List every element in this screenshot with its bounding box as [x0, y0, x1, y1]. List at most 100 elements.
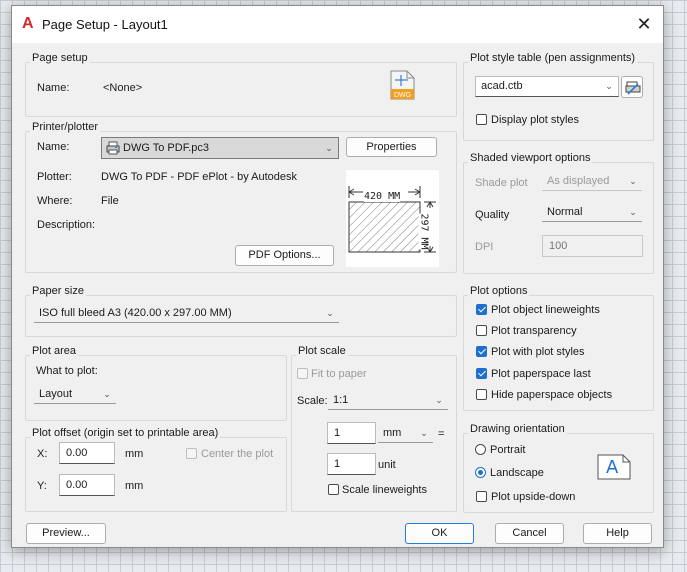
plot-option-checkbox-2[interactable]: [476, 325, 487, 336]
plot-option-checkbox-3[interactable]: [476, 346, 487, 357]
plot-options-group-label: Plot options: [468, 285, 530, 297]
cancel-button[interactable]: Cancel: [495, 523, 564, 544]
fit-to-paper-label: Fit to paper: [311, 368, 367, 380]
offset-x-input[interactable]: 0.00: [59, 442, 115, 464]
portrait-radio[interactable]: [475, 444, 486, 455]
offset-y-label: Y:: [37, 480, 47, 492]
paper-size-dropdown[interactable]: ISO full bleed A3 (420.00 x 297.00 MM) ⌄: [34, 305, 339, 323]
dwg-file-icon: DWG: [390, 70, 415, 100]
landscape-orientation-icon: A: [597, 454, 631, 480]
plot-area-group-label: Plot area: [30, 345, 79, 357]
page-setup-dialog: A Page Setup - Layout1 ✕ Page setup Name…: [11, 5, 664, 548]
plotter-label: Plotter:: [37, 171, 72, 183]
center-plot-label: Center the plot: [201, 448, 274, 460]
title-bar: A Page Setup - Layout1 ✕: [12, 6, 663, 43]
description-label: Description:: [37, 219, 96, 231]
printer-icon: [106, 141, 120, 155]
scale-lineweights-label: Scale lineweights: [342, 484, 427, 496]
svg-text:DWG: DWG: [394, 92, 411, 99]
paper-width-label: 420 MM: [364, 191, 401, 202]
quality-label: Quality: [475, 209, 510, 221]
autocad-logo-icon: A: [22, 15, 34, 32]
what-to-plot-value: Layout: [39, 388, 73, 400]
plot-option-label-4: Plot paperspace last: [491, 368, 591, 380]
plotter-value: DWG To PDF - PDF ePlot - by Autodesk: [101, 171, 298, 183]
scale-equals: =: [438, 428, 445, 440]
printer-name-value: DWG To PDF.pc3: [123, 142, 209, 154]
plot-style-value: acad.ctb: [481, 80, 523, 92]
plot-option-label-3: Plot with plot styles: [491, 346, 585, 358]
offset-y-input[interactable]: 0.00: [59, 474, 115, 496]
chevron-down-icon: ⌄: [629, 176, 637, 186]
page-setup-name-label: Name:: [37, 82, 70, 94]
quality-dropdown[interactable]: Normal ⌄: [542, 204, 642, 222]
preview-button[interactable]: Preview...: [26, 523, 106, 544]
chevron-down-icon: ⌄: [326, 308, 334, 318]
fit-to-paper-checkbox[interactable]: [297, 368, 308, 379]
quality-value: Normal: [547, 206, 583, 218]
plot-scale-group-label: Plot scale: [296, 345, 348, 357]
help-button[interactable]: Help: [583, 523, 652, 544]
plot-option-checkbox-4[interactable]: [476, 368, 487, 379]
scale-lineweights-checkbox[interactable]: [328, 484, 339, 495]
landscape-radio[interactable]: [475, 467, 486, 478]
scale-unit-dropdown[interactable]: mm ⌄: [378, 425, 433, 443]
properties-button[interactable]: Properties: [346, 137, 437, 157]
chevron-down-icon: ⌄: [103, 389, 111, 399]
shade-plot-value: As displayed: [547, 175, 610, 187]
where-label: Where:: [37, 195, 73, 207]
portrait-label: Portrait: [490, 444, 526, 456]
page-setup-group-label: Page setup: [30, 52, 90, 64]
chevron-down-icon: ⌄: [325, 143, 333, 153]
offset-y-unit: mm: [125, 480, 144, 492]
upside-down-checkbox[interactable]: [476, 491, 487, 502]
printer-name-dropdown[interactable]: DWG To PDF.pc3 ⌄: [101, 137, 339, 159]
scale-value: 1:1: [333, 394, 349, 406]
where-value: File: [101, 195, 119, 207]
plot-option-checkbox-5[interactable]: [476, 389, 487, 400]
pdf-options-button[interactable]: PDF Options...: [235, 245, 334, 266]
plot-style-group: [463, 62, 654, 141]
plot-style-editor-icon: [625, 80, 641, 96]
plot-offset-group-label: Plot offset (origin set to printable are…: [30, 427, 221, 439]
chevron-down-icon: ⌄: [629, 207, 637, 217]
plot-option-checkbox-1[interactable]: [476, 304, 487, 315]
plot-style-dropdown[interactable]: acad.ctb ⌄: [475, 76, 619, 97]
plot-option-label-5: Hide paperspace objects: [491, 389, 613, 401]
offset-x-unit: mm: [125, 448, 144, 460]
display-plot-styles-checkbox[interactable]: [476, 114, 487, 125]
printer-plotter-group-label: Printer/plotter: [30, 121, 101, 133]
page-setup-name-value: <None>: [103, 82, 143, 94]
dpi-label: DPI: [475, 241, 494, 253]
drawing-orientation-group-label: Drawing orientation: [468, 423, 567, 435]
ok-button[interactable]: OK: [405, 523, 474, 544]
chevron-down-icon: ⌄: [605, 81, 613, 91]
shaded-viewport-group-label: Shaded viewport options: [468, 152, 593, 164]
shade-plot-dropdown[interactable]: As displayed ⌄: [542, 173, 642, 191]
close-icon[interactable]: ✕: [631, 11, 657, 37]
chevron-down-icon: ⌄: [420, 428, 428, 438]
chevron-down-icon: ⌄: [435, 395, 443, 405]
plot-option-label-2: Plot transparency: [491, 325, 577, 337]
center-plot-checkbox[interactable]: [186, 448, 197, 459]
scale-dropdown[interactable]: 1:1 ⌄: [328, 392, 448, 410]
scale-mm-input[interactable]: 1: [327, 422, 376, 444]
window-title: Page Setup - Layout1: [42, 17, 168, 32]
what-to-plot-dropdown[interactable]: Layout ⌄: [34, 386, 116, 404]
paper-preview: 420 MM 297 MM: [346, 170, 439, 267]
dpi-input[interactable]: 100: [542, 235, 643, 257]
orientation-letter: A: [606, 457, 619, 478]
landscape-label: Landscape: [490, 467, 544, 479]
plot-option-label-1: Plot object lineweights: [491, 304, 600, 316]
scale-unit-value: mm: [383, 427, 402, 439]
scale-unit-input[interactable]: 1: [327, 453, 376, 475]
edit-plot-style-button[interactable]: [621, 76, 643, 98]
shade-plot-label: Shade plot: [475, 177, 528, 189]
paper-size-value: ISO full bleed A3 (420.00 x 297.00 MM): [39, 307, 232, 319]
offset-x-label: X:: [37, 448, 48, 460]
scale-label: Scale:: [297, 395, 328, 407]
paper-height-label: 297 MM: [418, 213, 430, 250]
plot-style-group-label: Plot style table (pen assignments): [468, 52, 638, 64]
paper-size-group-label: Paper size: [30, 285, 86, 297]
scale-unit-label: unit: [378, 459, 396, 471]
